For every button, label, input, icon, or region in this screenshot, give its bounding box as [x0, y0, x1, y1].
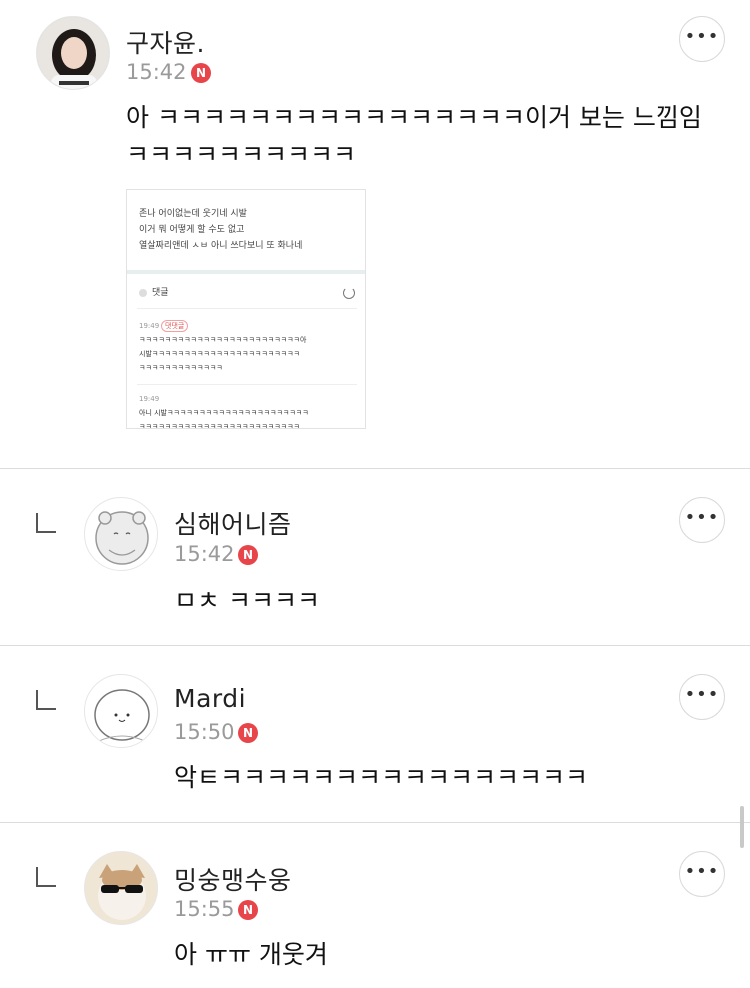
scrollbar[interactable] [740, 806, 744, 848]
comment-text: ㅁㅊ ㅋㅋㅋㅋ [174, 586, 320, 615]
comment-line: ㅋㅋㅋㅋㅋㅋㅋㅋㅋㅋㅋㅋㅋ [139, 364, 223, 372]
author-name[interactable]: 구자윤. [126, 24, 205, 60]
comment-line: 시발ㅋㅋㅋㅋㅋㅋㅋㅋㅋㅋㅋㅋㅋㅋㅋㅋㅋㅋㅋㅋㅋㅋㅋ [139, 350, 300, 358]
reply-comment: Mardi 15:50 N ••• 악ㅌㅋㅋㅋㅋㅋㅋㅋㅋㅋㅋㅋㅋㅋㅋㅋㅋ [0, 646, 750, 822]
reply-arrow-icon [36, 867, 56, 887]
author-name[interactable]: 밍숭맹수웅 [174, 861, 292, 897]
divider [137, 308, 357, 309]
comments-label: 댓글 [152, 288, 169, 298]
comment-line: ㅋㅋㅋㅋㅋㅋㅋㅋㅋㅋㅋㅋㅋㅋㅋㅋㅋㅋㅋㅋㅋㅋㅋㅋㅋ아 [139, 336, 307, 344]
comment-line: ㅋㅋㅋㅋㅋㅋㅋㅋㅋㅋㅋㅋㅋㅋㅋㅋㅋㅋㅋㅋㅋㅋㅋㅋㅋ [139, 423, 300, 429]
comment-icon [139, 289, 147, 297]
round-character-icon [94, 689, 150, 742]
avatar[interactable] [84, 497, 158, 571]
author-name[interactable]: 심해어니즘 [174, 505, 292, 541]
comment: 구자윤. 15:42 N ••• 아 ㅋㅋㅋㅋㅋㅋㅋㅋㅋㅋㅋㅋㅋㅋㅋㅋ이거 보는… [0, 0, 750, 468]
divider [137, 384, 357, 385]
comment-time: 15:42 [174, 542, 235, 566]
comment-line: 아니 시발ㅋㅋㅋㅋㅋㅋㅋㅋㅋㅋㅋㅋㅋㅋㅋㅋㅋㅋㅋㅋㅋㅋ [139, 409, 309, 417]
reply-arrow-icon [36, 513, 56, 533]
bear-character-icon [95, 511, 149, 565]
section-divider [127, 270, 365, 274]
reply-comment: 밍숭맹수웅 15:55 N ••• 아 ㅠㅠ 개웃겨 [0, 823, 750, 988]
profile-photo-icon [37, 17, 109, 89]
new-badge: N [238, 900, 258, 920]
more-options-button[interactable]: ••• [679, 497, 725, 543]
more-options-button[interactable]: ••• [679, 851, 725, 897]
refresh-icon [343, 287, 355, 299]
comment-text-line: 아 ㅋㅋㅋㅋㅋㅋㅋㅋㅋㅋㅋㅋㅋㅋㅋㅋ이거 보는 느낌임 [126, 103, 702, 132]
author-name[interactable]: Mardi [174, 684, 246, 713]
reply-arrow-icon [36, 690, 56, 710]
comment-time: 15:55 [174, 897, 235, 921]
comment-text: 악ㅌㅋㅋㅋㅋㅋㅋㅋㅋㅋㅋㅋㅋㅋㅋㅋㅋ [174, 763, 589, 792]
comment-time: 15:42 [126, 60, 187, 84]
comment-time: 19:49 [139, 322, 160, 330]
reply-comment: 심해어니즘 15:42 N ••• ㅁㅊ ㅋㅋㅋㅋ [0, 469, 750, 645]
new-badge: N [191, 63, 211, 83]
post-line: 열살짜리앤데 ㅅㅂ 아니 쓰다보니 또 화나네 [139, 241, 303, 251]
attached-image[interactable]: 존나 어이없는데 웃기네 시발 이거 뭐 어떻게 할 수도 없고 열살짜리앤데 … [126, 189, 366, 429]
reply-tag: 댓댓글 [161, 320, 189, 332]
more-options-button[interactable]: ••• [679, 674, 725, 720]
avatar[interactable] [84, 674, 158, 748]
comment-text-line: ㅋㅋㅋㅋㅋㅋㅋㅋㅋㅋ [126, 140, 357, 169]
new-badge: N [238, 723, 258, 743]
comment-text: 아 ㅠㅠ 개웃겨 [174, 940, 328, 969]
post-line: 존나 어이없는데 웃기네 시발 [139, 209, 247, 219]
more-options-button[interactable]: ••• [679, 16, 725, 62]
new-badge: N [238, 545, 258, 565]
comment-time: 15:50 [174, 720, 235, 744]
post-line: 이거 뭐 어떻게 할 수도 없고 [139, 225, 245, 235]
comment-time: 19:49 [139, 395, 160, 403]
cat-with-sunglasses-icon [85, 852, 157, 924]
avatar[interactable] [84, 851, 158, 925]
avatar[interactable] [36, 16, 110, 90]
